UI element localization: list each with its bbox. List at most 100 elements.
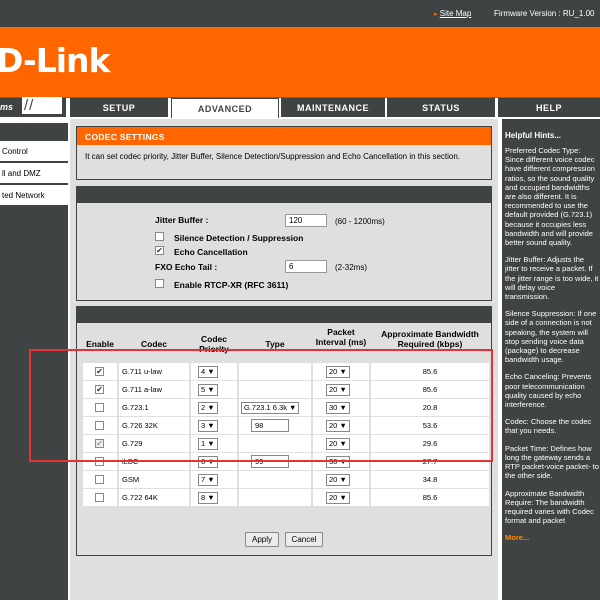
interval-cell: 20 ▼ [313, 363, 369, 380]
packet-interval-select[interactable]: 30 ▼ [326, 402, 350, 414]
enable-checkbox[interactable] [95, 493, 104, 502]
codec-table-header-bar [77, 307, 491, 323]
sidebar-item-firewall-dmz[interactable]: ll and DMZ [0, 163, 68, 184]
priority-select[interactable]: 8 ▼ [198, 492, 218, 504]
priority-select[interactable]: 2 ▼ [198, 402, 218, 414]
voice-settings-body: Jitter Buffer : 120 (60 - 1200ms) Silenc… [77, 203, 491, 306]
priority-cell: 2 ▼ [191, 399, 237, 416]
cancel-button[interactable]: Cancel [285, 532, 323, 547]
echo-cancellation-checkbox[interactable]: ✔ [155, 246, 164, 255]
site-map-link[interactable]: ▸ Site Map [434, 9, 471, 18]
rtcp-xr-label: Enable RTCP-XR (RFC 3611) [174, 280, 289, 290]
priority-select[interactable]: 1 ▼ [198, 438, 218, 450]
site-map-label[interactable]: Site Map [440, 9, 472, 18]
table-row: ✔ G.711 u-law 4 ▼ 20 ▼ 85.6 [83, 363, 489, 381]
enable-checkbox[interactable]: ✔ [95, 385, 104, 394]
table-row: G.726 32K 3 ▼ 98 20 ▼ 53.6 [83, 417, 489, 435]
bandwidth-value: 29.6 [371, 435, 489, 452]
tab-status[interactable]: STATUS [387, 98, 495, 117]
voice-settings-section: Jitter Buffer : 120 (60 - 1200ms) Silenc… [76, 186, 492, 301]
packet-interval-select[interactable]: 20 ▼ [326, 420, 350, 432]
rtcp-xr-checkbox[interactable] [155, 279, 164, 288]
fxo-echo-tail-input[interactable]: 6 [285, 260, 327, 273]
apply-button[interactable]: Apply [245, 532, 279, 547]
table-row: G.722 64K 8 ▼ 20 ▼ 85.6 [83, 489, 489, 507]
tab-advanced[interactable]: ADVANCED [171, 98, 279, 118]
bandwidth-value: 85.6 [371, 363, 489, 380]
slash-separator-icon: // [22, 97, 62, 114]
priority-select[interactable]: 7 ▼ [198, 474, 218, 486]
type-cell: 98 [239, 417, 311, 434]
type-cell [239, 489, 311, 506]
dropdown-arrow-icon: ▼ [337, 439, 347, 448]
enable-cell: ✔ [83, 363, 117, 380]
enable-checkbox[interactable]: ✔ [95, 439, 104, 448]
silence-suppression-checkbox[interactable] [155, 232, 164, 241]
table-row: G.723.1 2 ▼ G.723.1 6.3k ▼ 30 ▼ 20.8 [83, 399, 489, 417]
payload-type-input[interactable]: 98 [251, 419, 289, 432]
type-cell [239, 363, 311, 380]
codec-name: iLBC [119, 453, 189, 470]
interval-cell: 20 ▼ [313, 471, 369, 488]
packet-interval-select[interactable]: 20 ▼ [326, 438, 350, 450]
type-cell [239, 471, 311, 488]
enable-cell [83, 453, 117, 470]
interval-cell: 20 ▼ [313, 435, 369, 452]
packet-interval-select[interactable]: 20 ▼ [326, 474, 350, 486]
section-intro: It can set codec priority, Jitter Buffer… [77, 145, 491, 169]
priority-select[interactable]: 4 ▼ [198, 366, 218, 378]
col-bandwidth: Approximate Bandwidth Required (kbps) [381, 329, 479, 349]
main-content: CODEC SETTINGS It can set codec priority… [70, 119, 498, 600]
packet-interval-select[interactable]: 20 ▼ [326, 366, 350, 378]
sidebar: Control ll and DMZ ted Network [0, 119, 68, 600]
enable-checkbox[interactable] [95, 403, 104, 412]
packet-interval-select[interactable]: 30 ▼ [326, 456, 350, 468]
dropdown-arrow-icon: ▼ [337, 475, 347, 484]
priority-cell: 5 ▼ [191, 381, 237, 398]
enable-checkbox[interactable] [95, 457, 104, 466]
help-title: Helpful Hints... [505, 131, 561, 140]
enable-cell [83, 489, 117, 506]
enable-cell [83, 399, 117, 416]
packet-interval-select[interactable]: 20 ▼ [326, 384, 350, 396]
bandwidth-value: 34.8 [371, 471, 489, 488]
dropdown-arrow-icon: ▼ [337, 457, 347, 466]
help-echo-canceling: Echo Canceling: Prevents poor telecommun… [505, 372, 592, 410]
more-link[interactable]: More... [505, 533, 529, 542]
jitter-buffer-input[interactable]: 120 [285, 214, 327, 227]
enable-cell: ✔ [83, 435, 117, 452]
codec-name: G.723.1 [119, 399, 189, 416]
codec-name: G.729 [119, 435, 189, 452]
enable-checkbox[interactable] [95, 475, 104, 484]
enable-checkbox[interactable] [95, 421, 104, 430]
interval-cell: 20 ▼ [313, 417, 369, 434]
help-body: Preferred Codec Type: Since different vo… [505, 146, 599, 543]
packet-interval-select[interactable]: 20 ▼ [326, 492, 350, 504]
main-nav: ms // SETUP ADVANCED MAINTENANCE STATUS … [0, 97, 600, 118]
arrow-right-icon: ▸ [434, 11, 438, 18]
jitter-buffer-range: (60 - 1200ms) [335, 217, 385, 226]
priority-select[interactable]: 5 ▼ [198, 384, 218, 396]
dropdown-arrow-icon: ▼ [205, 475, 215, 484]
priority-cell: 6 ▼ [191, 453, 237, 470]
priority-cell: 4 ▼ [191, 363, 237, 380]
help-codec: Codec: Choose the codec that you needs. [505, 417, 592, 436]
codec-name: G.711 a-law [119, 381, 189, 398]
payload-type-input[interactable]: 99 [251, 455, 289, 468]
dropdown-arrow-icon: ▼ [337, 493, 347, 502]
bandwidth-value: 85.6 [371, 489, 489, 506]
tab-help[interactable]: HELP [498, 98, 600, 117]
type-select[interactable]: G.723.1 6.3k ▼ [241, 402, 300, 414]
priority-select[interactable]: 3 ▼ [198, 420, 218, 432]
type-cell: G.723.1 6.3k ▼ [239, 399, 311, 416]
sidebar-item-trusted-network[interactable]: ted Network [0, 185, 68, 206]
enable-cell [83, 417, 117, 434]
bandwidth-value: 20.8 [371, 399, 489, 416]
priority-cell: 8 ▼ [191, 489, 237, 506]
enable-checkbox[interactable]: ✔ [95, 367, 104, 376]
tab-maintenance[interactable]: MAINTENANCE [281, 98, 385, 117]
sidebar-item-control[interactable]: Control [0, 141, 68, 162]
tab-setup[interactable]: SETUP [70, 98, 168, 117]
priority-select[interactable]: 6 ▼ [198, 456, 218, 468]
priority-cell: 7 ▼ [191, 471, 237, 488]
